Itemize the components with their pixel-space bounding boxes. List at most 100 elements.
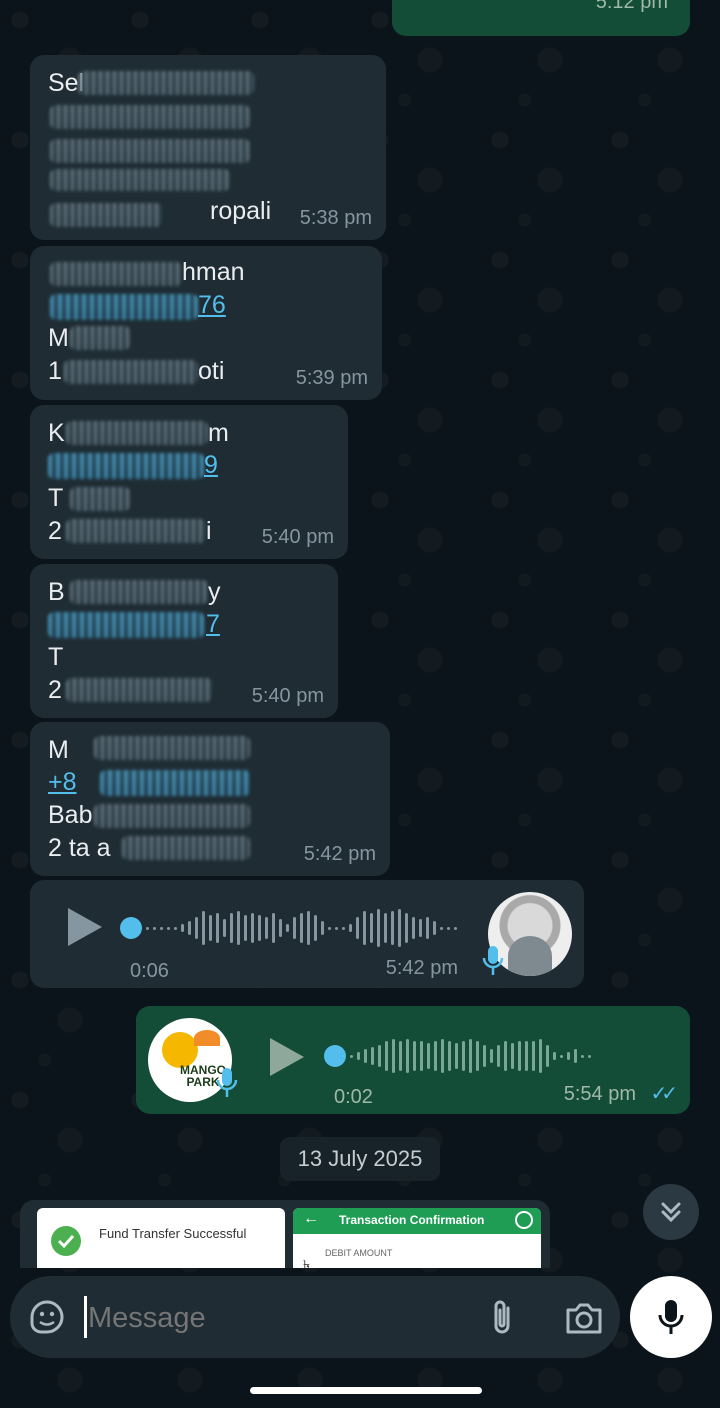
message-bubble-outgoing-partial[interactable]: 5:12 pm xyxy=(392,0,690,36)
waveform-bar xyxy=(181,924,184,932)
play-icon[interactable] xyxy=(270,1038,304,1076)
home-indicator[interactable] xyxy=(250,1387,482,1394)
redacted-text xyxy=(66,678,212,702)
phone-link[interactable]: 7 xyxy=(206,608,220,640)
message-bubble-incoming[interactable]: M +8 Bab 2 ta a 5:42 pm xyxy=(30,722,390,876)
message-line: T xyxy=(48,643,64,671)
waveform-bar xyxy=(447,926,450,930)
scroll-to-bottom-button[interactable] xyxy=(643,1184,699,1240)
phone-link[interactable]: 76 xyxy=(198,289,226,321)
waveform-bar xyxy=(385,1041,388,1071)
waveform-bar xyxy=(455,1043,458,1069)
message-composer[interactable] xyxy=(10,1276,620,1358)
message-line: m xyxy=(208,419,229,447)
phone-link[interactable]: 9 xyxy=(204,449,218,481)
waveform-bar xyxy=(392,1039,395,1073)
waveform-bar xyxy=(342,926,345,930)
waveform-bar xyxy=(497,1045,500,1067)
voice-message-incoming[interactable]: 0:06 5:42 pm xyxy=(30,880,584,988)
message-line: Bab xyxy=(48,801,93,829)
message-line: 2 xyxy=(48,517,62,545)
waveform-bar xyxy=(440,926,443,930)
waveform-bar xyxy=(349,924,352,932)
read-receipt-icon: ✓✓ xyxy=(650,1083,677,1105)
thumbnail-header: ← Transaction Confirmation xyxy=(293,1208,541,1234)
redacted-text xyxy=(66,421,208,445)
waveform-bar xyxy=(356,917,359,939)
waveform-bar xyxy=(174,926,177,930)
waveform-bar xyxy=(434,1041,437,1071)
screenshot-thumbnail[interactable]: Fund Transfer Successful xyxy=(37,1208,285,1268)
waveform-bar xyxy=(413,1041,416,1071)
screenshot-thumbnail[interactable]: ← Transaction Confirmation DEBIT AMOUNT … xyxy=(293,1208,541,1268)
double-chevron-down-icon xyxy=(661,1202,681,1223)
waveform-bar xyxy=(364,1049,367,1063)
message-line: M xyxy=(48,736,69,764)
waveform-bar xyxy=(490,1049,493,1063)
phone-link[interactable]: +8 xyxy=(48,766,77,798)
redacted-text xyxy=(70,580,208,604)
waveform-bar xyxy=(153,926,156,930)
redacted-text xyxy=(94,736,250,760)
waveform-bar xyxy=(441,1039,444,1073)
waveform-bar xyxy=(230,913,233,943)
sticker-icon[interactable] xyxy=(28,1298,66,1336)
waveform[interactable] xyxy=(146,906,457,950)
image-message-preview[interactable]: Fund Transfer Successful ← Transaction C… xyxy=(20,1200,550,1268)
redacted-text xyxy=(66,519,206,543)
voice-message-outgoing[interactable]: MANGO PARK 0:02 5:54 pm ✓✓ xyxy=(136,1006,690,1114)
waveform-bar xyxy=(511,1043,514,1069)
waveform-bar xyxy=(462,1041,465,1071)
waveform-bar xyxy=(265,917,268,939)
playback-slider-knob[interactable] xyxy=(324,1045,346,1067)
waveform-bar xyxy=(370,913,373,943)
waveform-bar xyxy=(195,917,198,939)
waveform-bar xyxy=(202,911,205,945)
voice-duration: 0:06 xyxy=(130,960,169,982)
message-bubble-incoming[interactable]: K m 9 T 2 i 5:40 pm xyxy=(30,405,348,559)
waveform-bar xyxy=(567,1052,570,1060)
waveform-bar xyxy=(391,911,394,945)
message-line: y xyxy=(208,578,221,606)
message-time: 5:40 pm xyxy=(261,526,334,548)
waveform-bar xyxy=(160,926,163,930)
waveform[interactable] xyxy=(350,1034,591,1078)
message-bubble-incoming[interactable]: B y 7 T 2 5:40 pm xyxy=(30,564,338,718)
date-separator: 13 July 2025 xyxy=(280,1137,440,1181)
redacted-phone-link[interactable] xyxy=(100,770,250,796)
message-bubble-incoming[interactable]: Sel ropali 5:38 pm xyxy=(30,55,386,240)
waveform-bar xyxy=(350,1054,353,1058)
play-icon[interactable] xyxy=(68,908,102,946)
attachment-icon[interactable] xyxy=(488,1298,518,1338)
thumbnail-title: Transaction Confirmation xyxy=(339,1213,485,1227)
redacted-text xyxy=(50,105,250,129)
record-voice-button[interactable] xyxy=(630,1276,712,1358)
playback-slider-knob[interactable] xyxy=(120,917,142,939)
waveform-bar xyxy=(539,1039,542,1073)
redacted-text xyxy=(50,139,250,163)
message-time: 5:54 pm xyxy=(563,1083,636,1105)
waveform-bar xyxy=(279,919,282,937)
redacted-phone-link[interactable] xyxy=(50,294,198,320)
message-input[interactable] xyxy=(86,1294,470,1342)
message-time: 5:40 pm xyxy=(251,685,324,707)
waveform-bar xyxy=(188,921,191,935)
camera-icon[interactable] xyxy=(564,1300,604,1336)
mic-icon xyxy=(658,1300,684,1334)
emblem-icon xyxy=(515,1211,533,1229)
message-line: 1 xyxy=(48,357,62,385)
waveform-bar xyxy=(377,909,380,947)
waveform-bar xyxy=(357,1052,360,1060)
mic-icon xyxy=(482,946,504,975)
redacted-phone-link[interactable] xyxy=(48,612,204,638)
waveform-bar xyxy=(476,1041,479,1071)
waveform-bar xyxy=(588,1054,591,1058)
message-time: 5:12 pm xyxy=(595,0,668,13)
back-arrow-icon: ← xyxy=(303,1210,319,1227)
waveform-bar xyxy=(546,1045,549,1067)
redacted-phone-link[interactable] xyxy=(48,453,204,479)
waveform-bar xyxy=(321,921,324,935)
message-bubble-incoming[interactable]: hman 76 M 1 oti 5:39 pm xyxy=(30,246,382,400)
waveform-bar xyxy=(553,1052,556,1060)
waveform-bar xyxy=(384,913,387,943)
